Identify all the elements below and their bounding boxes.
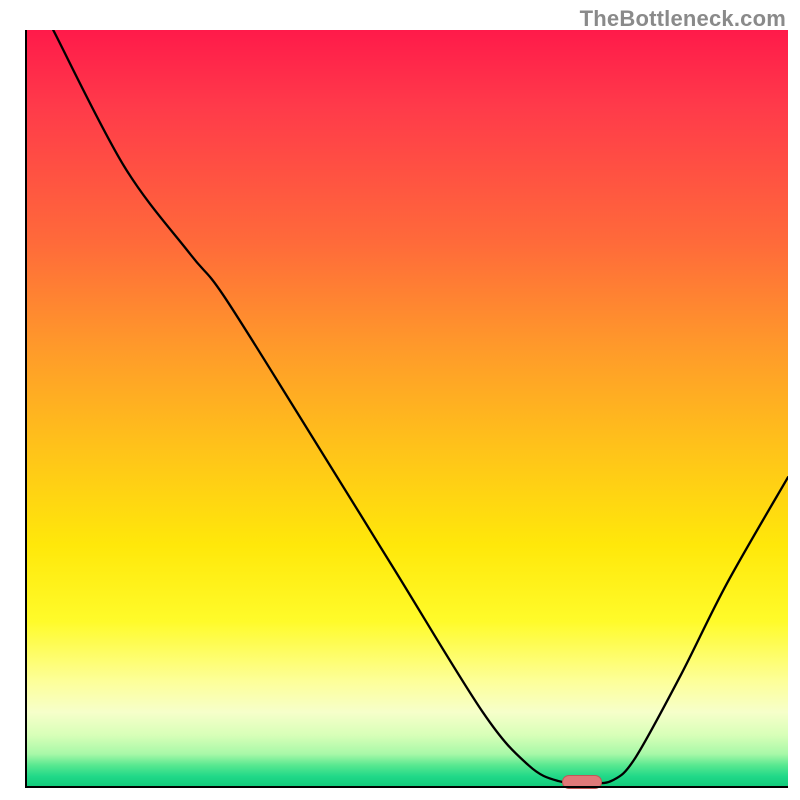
x-axis [25, 786, 788, 788]
bottleneck-chart: TheBottleneck.com [0, 0, 800, 800]
y-axis [25, 30, 27, 788]
bottleneck-curve [53, 30, 788, 783]
watermark-text: TheBottleneck.com [580, 6, 786, 32]
curve-layer [25, 30, 788, 788]
